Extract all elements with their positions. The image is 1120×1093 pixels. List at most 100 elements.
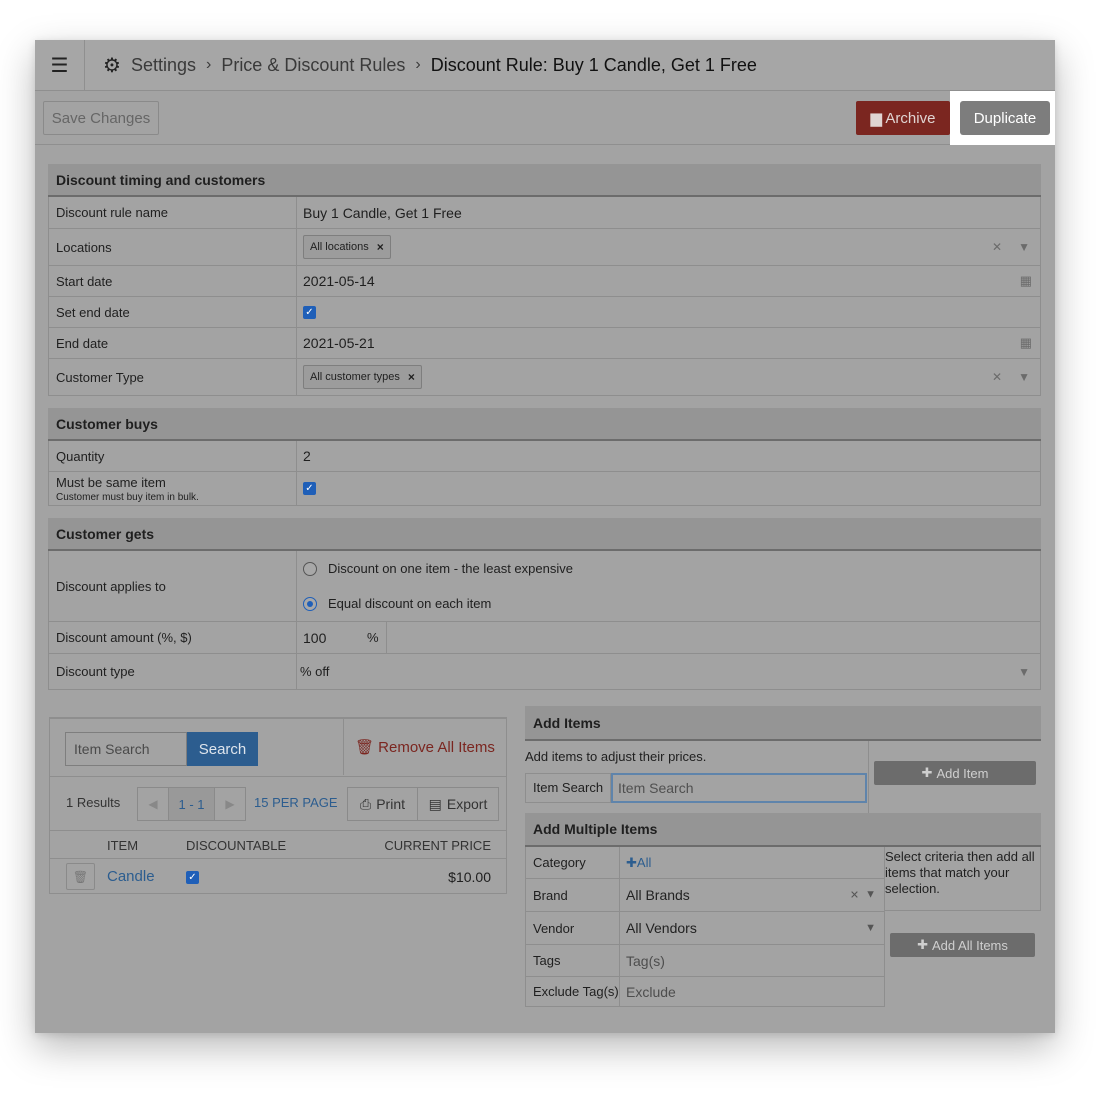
- radio-option-equal-discount[interactable]: Equal discount on each item: [303, 596, 491, 611]
- breadcrumb-settings[interactable]: Settings: [131, 55, 196, 76]
- locations-select[interactable]: All locations × ✕ ▼: [297, 229, 1040, 265]
- quantity-input[interactable]: 2: [297, 441, 1040, 471]
- current-page[interactable]: 1 - 1: [168, 788, 215, 820]
- discountable-checkbox[interactable]: ✓: [186, 871, 199, 884]
- discount-type-row: Discount type % off ▼: [48, 654, 1041, 690]
- customer-type-row: Customer Type All customer types × ✕ ▼: [48, 359, 1041, 396]
- radio-button[interactable]: [303, 561, 317, 576]
- discount-type-select[interactable]: % off ▼: [297, 654, 1040, 689]
- section-title: Add Items: [525, 706, 1041, 741]
- category-all-button[interactable]: ✚ All: [620, 847, 884, 878]
- caret-down-icon[interactable]: ▼: [1018, 665, 1030, 679]
- page-title: Discount Rule: Buy 1 Candle, Get 1 Free: [430, 54, 757, 75]
- same-item-checkbox[interactable]: ✓: [303, 482, 316, 495]
- add-item-search-input[interactable]: Item Search: [611, 773, 867, 803]
- field-label: Brand: [526, 879, 620, 911]
- customer-gets-section: Customer gets Discount applies to Discou…: [48, 518, 1041, 690]
- archive-icon: ▆: [870, 110, 886, 127]
- customer-type-select[interactable]: All customer types × ✕ ▼: [297, 359, 1040, 395]
- exclude-tags-input[interactable]: Exclude: [620, 977, 884, 1006]
- breadcrumb-price-discount-rules[interactable]: Price & Discount Rules: [221, 55, 405, 76]
- menu-icon[interactable]: ☰: [35, 40, 85, 91]
- field-label: Exclude Tag(s): [526, 977, 620, 1006]
- brand-select[interactable]: All Brands ✕ ▼: [620, 879, 884, 911]
- category-value: All: [636, 855, 652, 870]
- radio-label: Equal discount on each item: [328, 596, 492, 611]
- item-link[interactable]: Candle: [107, 868, 155, 885]
- chevron-left-icon[interactable]: ◀: [138, 788, 168, 820]
- chevron-right-icon: ›: [415, 56, 421, 73]
- calendar-icon[interactable]: ▦: [1020, 335, 1032, 351]
- field-label: Item Search: [525, 773, 611, 803]
- column-header-price[interactable]: CURRENT PRICE: [384, 838, 491, 853]
- section-title: Add Multiple Items: [525, 813, 1041, 847]
- tag-label: All customer types: [310, 371, 400, 383]
- table-row: 🗑 Candle ✓ $10.00: [50, 859, 506, 893]
- caret-down-icon[interactable]: ▼: [865, 922, 876, 934]
- radio-option-least-expensive[interactable]: Discount on one item - the least expensi…: [303, 561, 573, 576]
- add-all-items-button[interactable]: ✚ Add All Items: [890, 933, 1035, 957]
- customer-type-tag: All customer types ×: [303, 365, 422, 389]
- close-icon[interactable]: ✕: [992, 240, 1002, 254]
- radio-label: Discount on one item - the least expensi…: [328, 561, 573, 576]
- same-item-row: Must be same item Customer must buy item…: [48, 472, 1041, 506]
- remove-all-items-button[interactable]: 🗑 Remove All Items: [343, 719, 506, 775]
- close-icon[interactable]: ✕: [992, 370, 1002, 384]
- applies-to-row: Discount applies to Discount on one item…: [48, 551, 1041, 622]
- end-date-input[interactable]: 2021-05-21 ▦: [297, 328, 1040, 358]
- calendar-icon[interactable]: ▦: [1020, 273, 1032, 289]
- discount-amount-input[interactable]: 100: [303, 630, 367, 646]
- print-button[interactable]: ⎙ Print: [347, 787, 418, 821]
- section-title: Discount timing and customers: [48, 164, 1041, 197]
- rule-name-input[interactable]: Buy 1 Candle, Get 1 Free: [297, 197, 1040, 228]
- same-item-label-group: Must be same item Customer must buy item…: [49, 472, 297, 505]
- start-date-input[interactable]: 2021-05-14 ▦: [297, 266, 1040, 296]
- tag-label: All locations: [310, 241, 369, 253]
- add-items-panel: Add Items Add items to adjust their pric…: [525, 706, 1041, 1007]
- field-label: Must be same item: [56, 474, 166, 490]
- radio-button-selected[interactable]: [303, 596, 317, 611]
- caret-down-icon[interactable]: ▼: [1018, 370, 1030, 384]
- tags-input[interactable]: Tag(s): [620, 945, 884, 976]
- field-label: Category: [526, 847, 620, 878]
- field-label: Vendor: [526, 912, 620, 944]
- gear-icon: ⚙: [103, 54, 121, 77]
- set-end-date-checkbox[interactable]: ✓: [303, 305, 316, 319]
- pager: ◀ 1 - 1 ▶: [137, 787, 246, 821]
- item-search-input[interactable]: Item Search: [65, 732, 187, 766]
- duplicate-button[interactable]: Duplicate: [960, 101, 1050, 135]
- table-header: ITEM DISCOUNTABLE CURRENT PRICE: [50, 831, 506, 859]
- criteria-note: Select criteria then add all items that …: [885, 847, 1041, 911]
- column-header-item[interactable]: ITEM: [107, 838, 138, 853]
- top-bar: ☰ ⚙ Settings › Price & Discount Rules › …: [35, 40, 1055, 91]
- export-button[interactable]: ▤ Export: [417, 787, 499, 821]
- field-label: Locations: [49, 229, 297, 265]
- quantity-row: Quantity 2: [48, 441, 1041, 472]
- archive-label: Archive: [885, 110, 936, 127]
- print-icon: ⎙: [360, 795, 372, 812]
- close-icon[interactable]: ×: [408, 370, 415, 384]
- caret-down-icon[interactable]: ▼: [865, 889, 876, 902]
- vendor-select[interactable]: All Vendors ▼: [620, 912, 884, 944]
- app-window: ☰ ⚙ Settings › Price & Discount Rules › …: [35, 40, 1055, 1033]
- column-header-discountable[interactable]: DISCOUNTABLE: [186, 838, 286, 853]
- locations-row: Locations All locations × ✕ ▼: [48, 229, 1041, 266]
- archive-button[interactable]: ▆ Archive: [856, 101, 950, 135]
- discount-type-value: % off: [300, 664, 330, 679]
- per-page-select[interactable]: 15 PER PAGE: [254, 795, 338, 810]
- plus-icon: ✚: [921, 765, 933, 780]
- pagination-bar: 1 Results ◀ 1 - 1 ▶ 15 PER PAGE ⎙ Print ▤…: [50, 777, 506, 831]
- chevron-right-icon[interactable]: ▶: [215, 788, 245, 820]
- save-changes-button[interactable]: Save Changes: [43, 101, 159, 135]
- trash-icon[interactable]: 🗑: [66, 863, 95, 890]
- current-price: $10.00: [448, 869, 491, 885]
- export-icon: ▤: [428, 795, 442, 812]
- add-item-button[interactable]: ✚ Add Item: [874, 761, 1036, 785]
- action-toolbar: Save Changes ▆ Archive Duplicate: [35, 91, 1055, 145]
- location-tag: All locations ×: [303, 235, 391, 259]
- close-icon[interactable]: ×: [377, 240, 384, 254]
- close-icon[interactable]: ✕: [850, 889, 859, 902]
- end-date-row: End date 2021-05-21 ▦: [48, 328, 1041, 359]
- caret-down-icon[interactable]: ▼: [1018, 240, 1030, 254]
- search-button[interactable]: Search: [187, 732, 258, 766]
